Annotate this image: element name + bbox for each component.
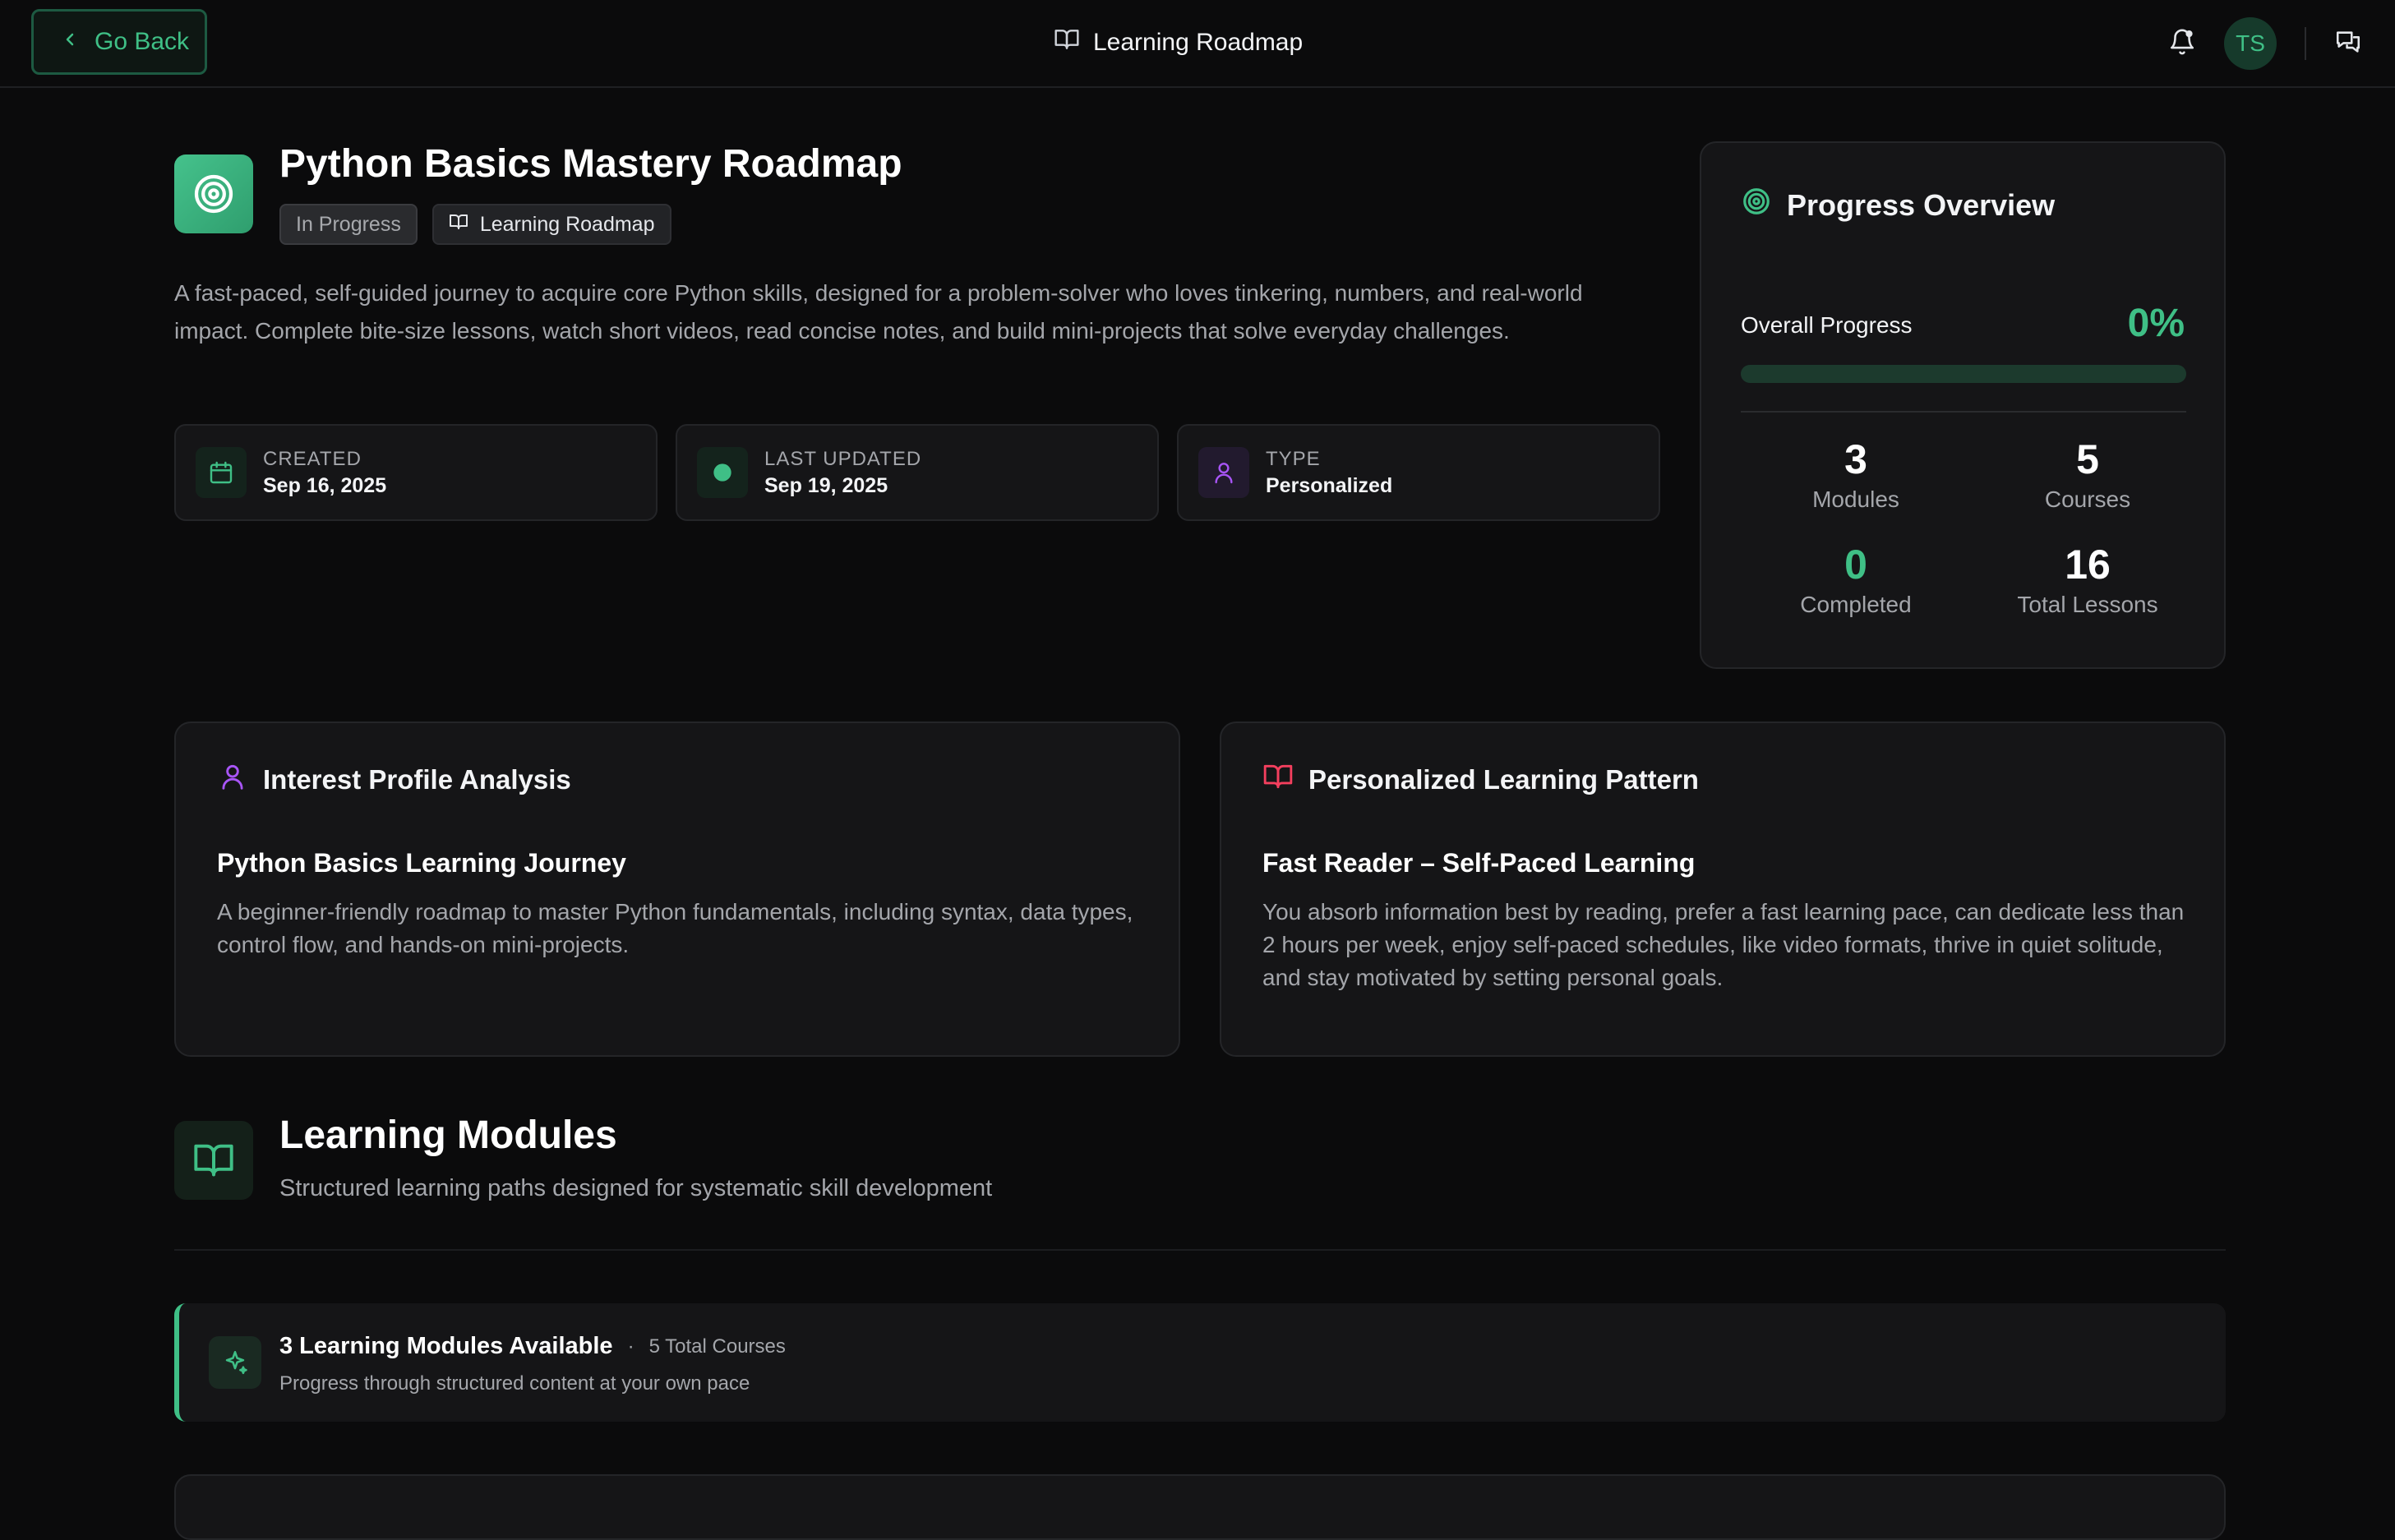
top-bar: Go Back Learning Roadmap TS	[0, 0, 2395, 88]
meta-card-last-updated: LAST UPDATED Sep 19, 2025	[676, 424, 1159, 521]
interest-profile-heading: Interest Profile Analysis	[217, 761, 571, 799]
interest-profile-description: A beginner-friendly roadmap to master Py…	[217, 899, 1133, 957]
stat-label: Total Lessons	[2017, 592, 2158, 617]
roadmap-title: Python Basics Mastery Roadmap	[279, 142, 902, 186]
page-title: Learning Roadmap	[1054, 25, 1303, 61]
go-back-button[interactable]: Go Back	[31, 9, 207, 75]
user-avatar[interactable]: TS	[2224, 17, 2277, 70]
target-icon	[1741, 186, 1772, 224]
learning-pattern-title: Personalized Learning Pattern	[1308, 764, 1699, 795]
modules-available-count: 3 Learning Modules Available	[279, 1333, 613, 1359]
progress-overview-heading: Progress Overview	[1741, 186, 2055, 224]
section-divider	[174, 1249, 2226, 1251]
interest-profile-card: Interest Profile Analysis Python Basics …	[174, 722, 1180, 1057]
learning-modules-icon	[174, 1121, 253, 1200]
book-open-icon	[1262, 761, 1294, 799]
notification-bell-icon[interactable]	[2168, 28, 2196, 60]
meta-card-created: CREATED Sep 16, 2025	[174, 424, 658, 521]
stat-courses: 5 Courses	[1981, 436, 2194, 513]
overall-progress-bar	[1741, 365, 2186, 383]
meta-value: Personalized	[1266, 473, 1393, 497]
learning-modules-subtitle: Structured learning paths designed for s…	[279, 1175, 993, 1201]
header-actions: TS	[2168, 16, 2362, 71]
overall-progress-value: 0%	[2127, 302, 2185, 345]
stat-label: Courses	[2044, 486, 2131, 512]
separator-dot: ·	[627, 1335, 635, 1358]
sparkles-icon	[209, 1336, 261, 1389]
status-dot-icon	[697, 447, 748, 498]
progress-overview-title: Progress Overview	[1787, 187, 2056, 222]
progress-overview-card: Progress Overview Overall Progress 0% 3 …	[1700, 141, 2226, 669]
stat-total-lessons: 16 Total Lessons	[1981, 541, 2194, 618]
stat-value: 0	[1844, 542, 1867, 588]
page-title-text: Learning Roadmap	[1093, 29, 1304, 56]
stat-completed: 0 Completed	[1749, 541, 1963, 618]
book-open-icon	[449, 212, 468, 237]
overall-progress-label: Overall Progress	[1741, 312, 1913, 338]
chevron-left-icon	[60, 28, 80, 56]
stat-value: 3	[1844, 436, 1867, 482]
roadmap-description: A fast-paced, self-guided journey to acq…	[174, 280, 1583, 344]
meta-label: LAST UPDATED	[764, 447, 922, 470]
book-open-icon	[1054, 26, 1080, 59]
stat-value: 16	[2065, 542, 2111, 588]
learning-pattern-description: You absorb information best by reading, …	[1262, 899, 2185, 990]
learning-pattern-heading: Personalized Learning Pattern	[1262, 761, 1699, 799]
meta-label: TYPE	[1266, 447, 1321, 470]
status-badge: In Progress	[279, 204, 418, 245]
user-icon	[1198, 447, 1249, 498]
interest-profile-subtitle: Python Basics Learning Journey	[217, 848, 626, 878]
stat-label: Modules	[1812, 486, 1899, 512]
interest-profile-title: Interest Profile Analysis	[263, 764, 571, 795]
type-badge-label: Learning Roadmap	[479, 212, 655, 236]
meta-value: Sep 16, 2025	[263, 473, 387, 497]
type-badge: Learning Roadmap	[431, 204, 671, 245]
module-card[interactable]	[174, 1474, 2226, 1540]
meta-value: Sep 19, 2025	[764, 473, 888, 497]
learning-modules-title: Learning Modules	[279, 1114, 617, 1157]
stat-label: Completed	[1800, 592, 1912, 617]
modules-available-subtitle: Progress through structured content at y…	[279, 1372, 750, 1395]
meta-card-type: TYPE Personalized	[1177, 424, 1660, 521]
total-courses-count: 5 Total Courses	[648, 1335, 786, 1358]
meta-label: CREATED	[263, 447, 362, 470]
modules-available-banner: 3 Learning Modules Available · 5 Total C…	[174, 1303, 2226, 1422]
roadmap-badges: In Progress Learning Roadmap	[279, 204, 671, 245]
header-divider	[2305, 27, 2306, 60]
learning-pattern-card: Personalized Learning Pattern Fast Reade…	[1220, 722, 2226, 1057]
stat-value: 5	[2076, 436, 2099, 482]
learning-pattern-subtitle: Fast Reader – Self-Paced Learning	[1262, 848, 1696, 878]
roadmap-target-icon	[174, 154, 253, 233]
calendar-icon	[196, 447, 247, 498]
stat-modules: 3 Modules	[1749, 436, 1963, 513]
progress-divider	[1741, 411, 2186, 413]
go-back-label: Go Back	[95, 28, 190, 55]
user-icon	[217, 761, 248, 799]
modules-available-title: 3 Learning Modules Available · 5 Total C…	[279, 1333, 786, 1360]
chat-icon[interactable]	[2334, 28, 2362, 60]
